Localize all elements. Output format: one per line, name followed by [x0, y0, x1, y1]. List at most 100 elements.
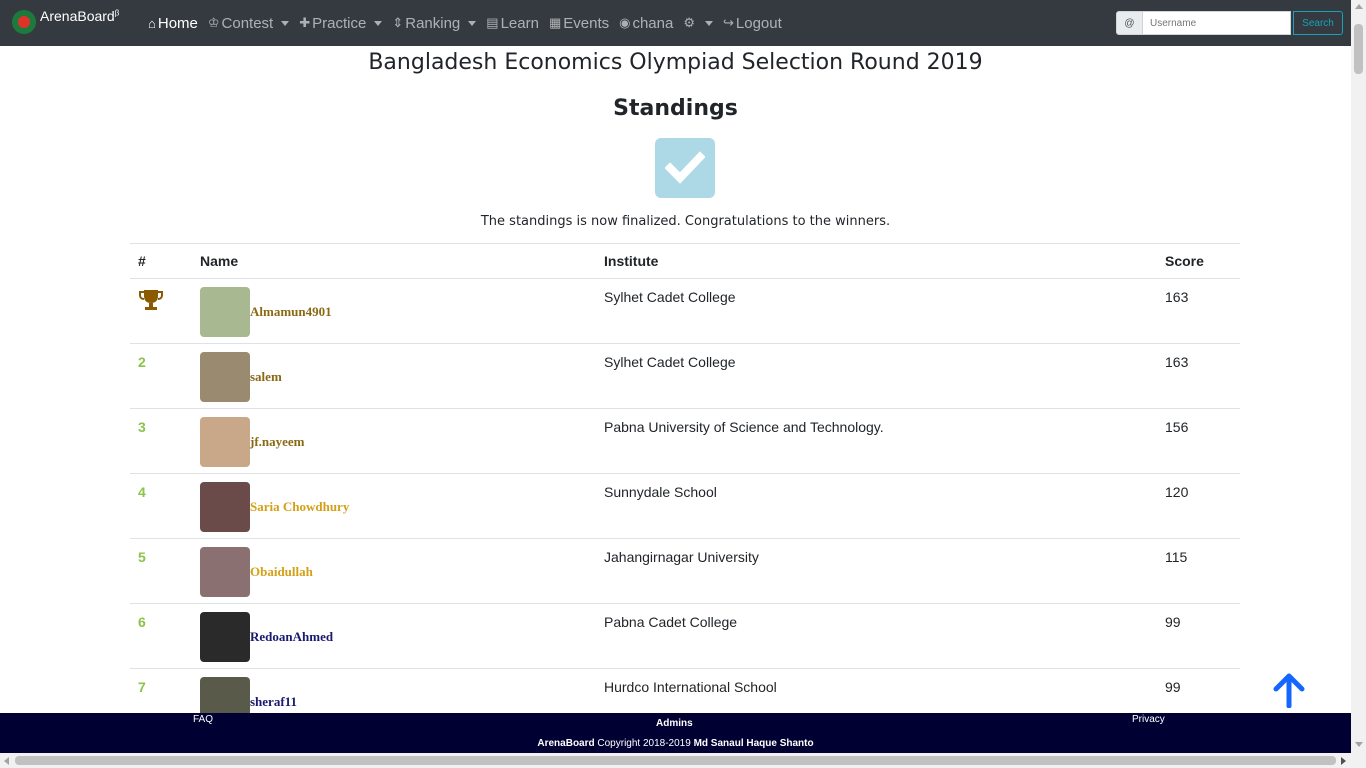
footer-privacy-link[interactable]: Privacy [1132, 714, 1165, 725]
scroll-up-arrow-icon[interactable] [1355, 4, 1363, 9]
username-link[interactable]: RedoanAhmed [250, 629, 333, 645]
avatar[interactable] [200, 287, 250, 337]
sign-out-icon: ↪ [722, 15, 734, 30]
search-button[interactable]: Search [1293, 11, 1343, 35]
arenaboard-logo-icon [12, 10, 36, 34]
horizontal-scroll-thumb[interactable] [15, 756, 1336, 765]
col-rank: # [130, 243, 192, 279]
scroll-to-top-arrow-icon[interactable] [1272, 672, 1306, 708]
nav-practice[interactable]: ✚ Practice [299, 15, 383, 32]
user-link[interactable]: Obaidullah [200, 547, 596, 597]
brand-name: ArenaBoard [40, 8, 115, 24]
standings-table: # Name Institute Score Almamun4901 Sylhet… [130, 243, 1240, 734]
footer-faq-link[interactable]: FAQ [193, 714, 213, 725]
finalized-check-icon [655, 138, 715, 198]
standings-body: Almamun4901 Sylhet Cadet College 163 2 salem… [130, 278, 1240, 734]
nav-user-label: chana [632, 14, 674, 32]
puzzle-icon: ✚ [299, 15, 311, 30]
user-circle-icon: ◉ [619, 15, 631, 30]
rank-cell [130, 278, 192, 344]
caret-down-icon [374, 20, 383, 26]
search-prefix: @ [1116, 11, 1143, 35]
nav-user[interactable]: ◉ chana [619, 15, 673, 32]
institute-cell: Jahangirnagar University [596, 538, 1157, 604]
vertical-scrollbar[interactable] [1351, 0, 1366, 753]
institute-cell: Pabna Cadet College [596, 603, 1157, 669]
score-cell: 163 [1157, 278, 1240, 344]
search-form: @ Search [1116, 11, 1343, 35]
footer-copyright: ArenaBoard Copyright 2018-2019 Md Sanaul… [0, 738, 1351, 749]
nav-logout[interactable]: ↪ Logout [723, 15, 782, 32]
trophy-icon [139, 290, 163, 310]
name-cell: Almamun4901 [192, 278, 596, 344]
horizontal-scrollbar[interactable] [0, 753, 1366, 768]
caret-down-icon [704, 20, 713, 26]
copyright-text: Copyright 2018-2019 [594, 738, 694, 749]
search-input[interactable] [1143, 11, 1291, 35]
table-header-row: # Name Institute Score [130, 243, 1240, 279]
scroll-left-arrow-icon[interactable] [4, 757, 9, 765]
username-link[interactable]: Obaidullah [250, 564, 313, 580]
avatar[interactable] [200, 417, 250, 467]
avatar[interactable] [200, 612, 250, 662]
finalized-message: The standings is now finalized. Congratu… [480, 214, 891, 229]
scroll-right-arrow-icon[interactable] [1341, 757, 1346, 765]
nav-home[interactable]: ⌂ Home [148, 15, 198, 32]
user-link[interactable]: jf.nayeem [200, 417, 596, 467]
name-cell: RedoanAhmed [192, 603, 596, 669]
footer-admins-link[interactable]: Admins [656, 718, 693, 729]
sort-icon: ⇕ [392, 15, 404, 30]
nav-contest-label: Contest [221, 14, 274, 32]
score-cell: 163 [1157, 343, 1240, 409]
page-title: Bangladesh Economics Olympiad Selection … [368, 50, 983, 75]
brand[interactable]: ArenaBoardβ [12, 6, 119, 34]
caret-down-icon [468, 20, 477, 26]
rank-cell: 2 [130, 343, 192, 409]
nav-learn[interactable]: ▤ Learn [486, 15, 539, 32]
score-cell: 156 [1157, 408, 1240, 474]
table-row: 6 RedoanAhmed Pabna Cadet College 99 [130, 603, 1240, 669]
rank-number: 6 [138, 614, 146, 630]
avatar[interactable] [200, 482, 250, 532]
rank-number: 3 [138, 419, 146, 435]
institute-cell: Sylhet Cadet College [596, 343, 1157, 409]
username-link[interactable]: jf.nayeem [250, 434, 305, 450]
nav-events[interactable]: ▦ Events [549, 15, 609, 32]
name-cell: Obaidullah [192, 538, 596, 604]
scroll-down-arrow-icon[interactable] [1355, 742, 1363, 747]
score-cell: 115 [1157, 538, 1240, 604]
username-link[interactable]: Almamun4901 [250, 304, 332, 320]
rank-number: 2 [138, 354, 146, 370]
score-cell: 99 [1157, 603, 1240, 669]
institute-cell: Sylhet Cadet College [596, 278, 1157, 344]
institute-cell: Pabna University of Science and Technolo… [596, 408, 1157, 474]
name-cell: jf.nayeem [192, 408, 596, 474]
user-link[interactable]: Saria Chowdhury [200, 482, 596, 532]
nav-contest[interactable]: ♔ Contest [208, 14, 290, 32]
username-link[interactable]: salem [250, 369, 282, 385]
rank-cell: 3 [130, 408, 192, 474]
name-cell: salem [192, 343, 596, 409]
table-row: Almamun4901 Sylhet Cadet College 163 [130, 278, 1240, 344]
nav-settings[interactable]: ⚙ [683, 15, 713, 31]
user-link[interactable]: RedoanAhmed [200, 612, 596, 662]
user-link[interactable]: Almamun4901 [200, 287, 596, 337]
user-link[interactable]: salem [200, 352, 596, 402]
vertical-scroll-thumb[interactable] [1354, 24, 1363, 74]
page-subtitle: Standings [613, 96, 738, 121]
avatar[interactable] [200, 352, 250, 402]
rank-cell: 5 [130, 538, 192, 604]
name-cell: Saria Chowdhury [192, 473, 596, 539]
nav-logout-label: Logout [735, 14, 782, 32]
rank-cell: 6 [130, 603, 192, 669]
nav-ranking[interactable]: ⇕ Ranking [392, 14, 477, 32]
username-link[interactable]: Saria Chowdhury [250, 499, 349, 515]
home-icon: ⌂ [148, 15, 156, 31]
table-row: 4 Saria Chowdhury Sunnydale School 120 [130, 473, 1240, 539]
username-link[interactable]: sheraf11 [250, 694, 297, 710]
nav-ranking-label: Ranking [405, 14, 461, 32]
col-name: Name [192, 243, 596, 279]
institute-cell: Sunnydale School [596, 473, 1157, 539]
brand-beta: β [114, 8, 120, 18]
avatar[interactable] [200, 547, 250, 597]
